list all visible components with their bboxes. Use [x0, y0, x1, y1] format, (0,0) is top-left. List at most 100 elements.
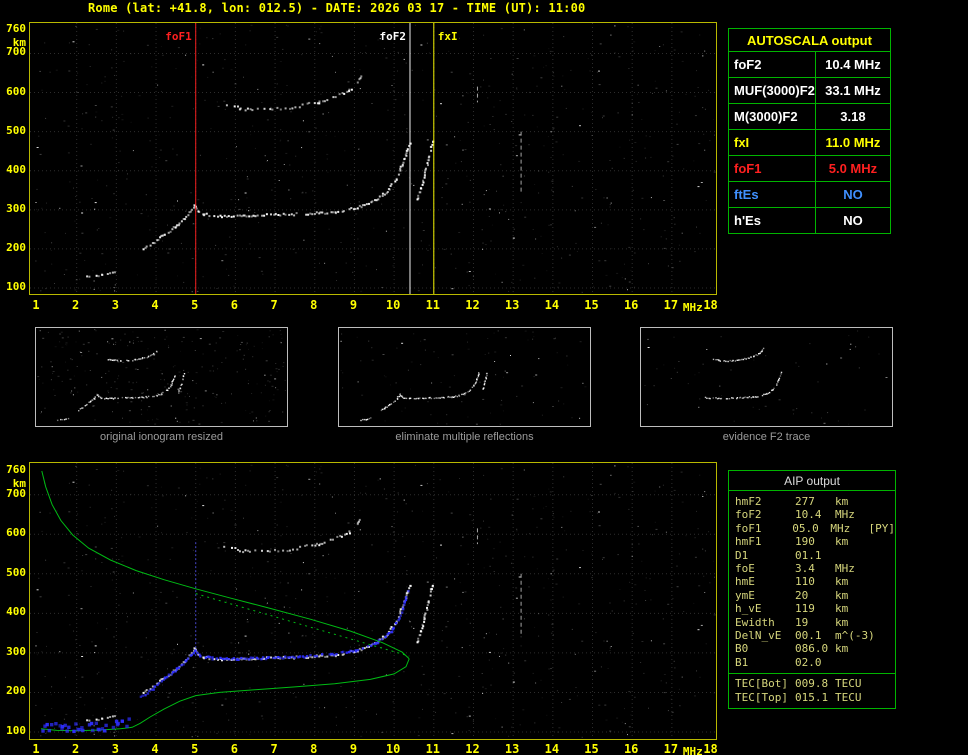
aip-cell: hmF2: [735, 495, 762, 508]
thumbnail-evidence-canvas: [644, 330, 888, 425]
x-tick-label: 4: [151, 742, 159, 755]
x-tick-label: 7: [270, 298, 278, 312]
aip-cell: [875, 656, 895, 669]
autoscala-row: M(3000)F2 3.18: [728, 103, 892, 130]
aip-cell: km: [835, 535, 849, 549]
ionogram-plot-bottom-canvas: [30, 463, 716, 739]
aip-cell: [875, 495, 895, 508]
x-tick-label: 9: [349, 742, 358, 755]
aip-row: Ewidth 19 km: [729, 616, 895, 629]
autoscala-window: Rome (lat: +41.8, lon: 012.5) - DATE: 20…: [0, 0, 968, 755]
aip-row: hmE 110 km: [729, 575, 895, 588]
ionogram-plot-top-canvas: foF1 foF2 fxI: [30, 23, 716, 294]
aip-row: foF2 10.4 MHz: [729, 508, 895, 521]
aip-row: ymE 20 km: [729, 589, 895, 602]
aip-cell: hmE: [735, 575, 755, 589]
aip-cell: [875, 549, 895, 562]
aip-row: B0 086.0 km: [729, 642, 895, 655]
x-tick-label: 9: [349, 298, 358, 312]
aip-cell: km: [835, 495, 849, 508]
x-tick-label: 8: [310, 742, 318, 755]
aip-cell: km: [835, 615, 849, 629]
y-tick-label: 600: [6, 84, 26, 98]
aip-cell: TEC[Top]: [735, 690, 788, 704]
aip-cell: foF2: [735, 508, 762, 522]
y-tick-label: 400: [6, 162, 26, 176]
x-tick-label: 12: [465, 742, 480, 755]
aip-cell: ymE: [735, 588, 755, 602]
ionogram-plot-bottom: 760 700 600 500 400 300 200 100 km 1 2 3 4 5 6 7 8 9 10 11 1…: [0, 460, 724, 755]
aip-cell: km: [835, 602, 849, 616]
autoscala-param-value: 3.18: [814, 103, 892, 130]
autoscala-row: MUF(3000)F2 33.1 MHz: [728, 77, 892, 104]
aip-cell: MHz: [835, 562, 855, 576]
x-tick-label: 12: [465, 298, 480, 312]
y-axis-unit-label: km: [12, 36, 26, 49]
x-tick-label: 6: [230, 298, 238, 312]
aip-cell: 05.0: [792, 521, 819, 535]
autoscala-param-value: NO: [814, 181, 892, 208]
x-tick-label: 17: [663, 742, 679, 755]
foF2-marker-label: foF2: [379, 30, 406, 43]
aip-cell: [835, 656, 875, 669]
aip-output-title: AIP output: [729, 471, 895, 491]
x-tick-label: 15: [584, 742, 599, 755]
aip-row: TEC[Bot] 009.8 TECU: [729, 677, 895, 690]
aip-row: B1 02.0: [729, 656, 895, 669]
x-tick-label: 10: [385, 298, 401, 312]
autoscala-output-panel: AUTOSCALA output foF2 10.4 MHz MUF(3000)F2 3…: [728, 28, 892, 234]
x-axis-unit-label: MHz: [682, 745, 703, 755]
aip-cell: [875, 691, 895, 704]
aip-row: hmF2 277 km: [729, 495, 895, 508]
aip-cell: m^(-3): [835, 629, 875, 643]
aip-cell: 02.0: [795, 655, 822, 669]
y-tick-label: 500: [6, 123, 26, 137]
y-tick-label: 760: [6, 22, 26, 35]
x-tick-label: 6: [230, 742, 238, 755]
aip-parameter-list: hmF2 277 km foF2 10.4 MHz foF1 05.0 MHz [PY] hmF1 1…: [729, 491, 895, 671]
aip-row: TEC[Top] 015.1 TECU: [729, 691, 895, 704]
autoscala-param-value: 5.0 MHz: [814, 155, 892, 182]
aip-cell: 110: [795, 575, 815, 589]
x-tick-label: 11: [425, 298, 441, 312]
aip-cell: 086.0: [795, 642, 829, 656]
aip-output-panel: AIP output hmF2 277 km foF2 10.4 MHz foF1 05.0 M…: [728, 470, 896, 710]
y-tick-label: 760: [6, 462, 26, 476]
foF1-marker-label: foF1: [165, 30, 192, 43]
x-tick-label: 18: [703, 742, 718, 755]
autoscala-param-value: NO: [814, 207, 892, 234]
ionogram-plot-top: foF1 foF2 fxI 760 700 600 500 400 300 200 100 km 1 2…: [0, 20, 724, 316]
y-tick-label: 100: [6, 724, 26, 737]
aip-cell: 01.1: [795, 548, 822, 562]
x-tick-label: 5: [191, 298, 199, 312]
aip-cell: [875, 602, 895, 615]
x-tick-label: 10: [385, 742, 401, 755]
aip-cell: 119: [795, 602, 815, 616]
autoscala-param-label: h'Es: [728, 207, 816, 234]
page-title: Rome (lat: +41.8, lon: 012.5) - DATE: 20…: [88, 1, 586, 15]
aip-cell: 015.1: [795, 690, 829, 704]
aip-cell: 00.1: [795, 629, 822, 643]
aip-cell: [875, 575, 895, 588]
aip-cell: foF1: [735, 521, 762, 535]
aip-cell: [835, 549, 875, 562]
aip-cell: [875, 562, 895, 575]
aip-row: foE 3.4 MHz: [729, 562, 895, 575]
autoscala-output-table: AUTOSCALA output foF2 10.4 MHz MUF(3000)F2 3…: [728, 28, 892, 234]
aip-cell: 3.4: [795, 562, 815, 576]
y-tick-label: 100: [6, 280, 26, 293]
thumbnail-original-ionogram: [35, 327, 288, 427]
thumbnail-original-canvas: [37, 329, 286, 425]
ionogram-plot-top-frame: foF1 foF2 fxI: [29, 22, 717, 295]
aip-cell: B1: [735, 655, 749, 669]
x-axis-unit-label: MHz: [682, 301, 703, 314]
aip-cell: 19: [795, 615, 809, 629]
autoscala-row: fxI 11.0 MHz: [728, 129, 892, 156]
x-tick-label: 1: [32, 742, 40, 755]
aip-cell: 277: [795, 495, 815, 508]
autoscala-param-label: fxI: [728, 129, 816, 156]
x-tick-label: 3: [111, 742, 119, 755]
autoscala-param-value: 10.4 MHz: [814, 51, 892, 78]
y-tick-label: 400: [6, 605, 26, 619]
aip-cell: TEC[Bot]: [735, 677, 788, 691]
